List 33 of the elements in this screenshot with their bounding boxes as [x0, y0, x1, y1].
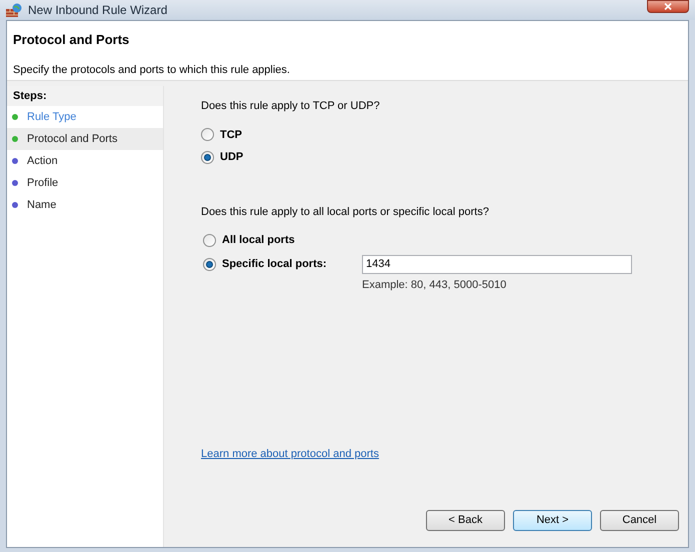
step-item[interactable]: Action — [7, 150, 163, 172]
firewall-icon — [6, 3, 22, 17]
ports-question: Does this rule apply to all local ports or specific local ports? — [201, 204, 490, 220]
step-label: Action — [27, 154, 58, 169]
close-button[interactable] — [647, 0, 689, 13]
radio-label[interactable]: Specific local ports: — [222, 256, 356, 272]
close-icon — [664, 3, 672, 10]
ports-example: Example: 80, 443, 5000-5010 — [362, 278, 508, 292]
wizard-button[interactable]: Cancel — [600, 510, 679, 531]
protocol-question: Does this rule apply to TCP or UDP? — [201, 99, 381, 114]
page-subtitle: Specify the protocols and ports to which this rule applies. — [13, 62, 291, 78]
radio-button[interactable] — [201, 128, 214, 142]
radio-label[interactable]: All local ports — [222, 232, 356, 248]
step-label: Profile — [27, 176, 58, 191]
radio-button[interactable] — [201, 150, 214, 164]
step-label: Name — [27, 198, 56, 213]
radio-label[interactable]: TCP — [220, 126, 242, 143]
step-item[interactable]: Rule Type — [7, 106, 163, 128]
radio-label[interactable]: UDP — [220, 149, 244, 166]
step-item[interactable]: Protocol and Ports — [7, 128, 163, 150]
step-item[interactable]: Profile — [7, 172, 163, 194]
page-title: Protocol and Ports — [13, 31, 130, 49]
radio-button[interactable] — [203, 258, 216, 270]
help-link[interactable]: Learn more about protocol and ports — [201, 446, 658, 462]
wizard-button[interactable]: < Back — [426, 510, 505, 531]
step-item[interactable]: Name — [7, 194, 163, 216]
radio-button[interactable] — [203, 234, 216, 247]
window-title: New Inbound Rule Wizard — [28, 2, 168, 19]
step-label: Rule Type — [27, 110, 76, 125]
steps-heading: Steps: — [7, 86, 163, 106]
wizard-button[interactable]: Next > — [513, 510, 592, 531]
ports-field[interactable]: 1434 — [362, 254, 632, 274]
step-label: Protocol and Ports — [27, 132, 118, 147]
